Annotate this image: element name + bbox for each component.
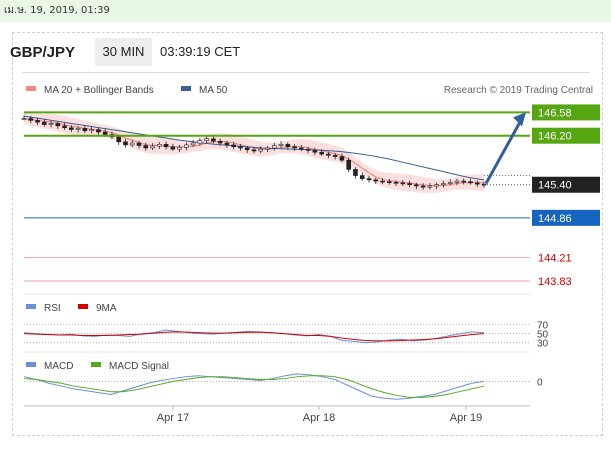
candle-body [224,142,230,146]
candle-body [319,151,324,155]
candle-body [434,184,439,187]
macd-signal-line [23,375,485,398]
credit-text: Research © 2019 Trading Central [444,85,593,96]
candle-body [69,127,74,130]
macd-line [23,373,485,400]
ma20-legend-label: MA 20 + Bollinger Bands [44,85,154,96]
level-144-21-label: 144.21 [538,253,572,265]
macd-tick-0: 0 [537,377,543,388]
rsi-tick-30: 30 [537,339,549,350]
candle-body [89,129,94,132]
signal-legend-swatch [91,362,101,367]
candle-body [271,145,277,149]
candle-body [332,155,338,157]
rsi-legend-swatch [26,304,36,309]
candle-body [75,128,81,130]
candle-body [238,146,243,149]
level-144-86-label: 144.86 [538,213,572,225]
rsi-legend-label: RSI [44,303,61,314]
ma9-legend-swatch [78,304,88,309]
rsi-panel: 705030 [23,321,549,353]
x-tick-label: Apr 19 [450,412,482,424]
candle-body [251,149,257,152]
candle-body [346,159,352,170]
candle-body [285,143,291,148]
candle-body [359,175,365,179]
level-143-83-label: 143.83 [538,276,572,288]
candle-body [407,183,412,186]
candle-body [129,142,135,146]
candle-body [447,181,453,184]
candle-body [373,179,379,182]
price-panel: 146.58 146.20 145.40 144.86 144.21 143.83 [21,104,600,295]
candle-body [427,185,433,188]
candle-body [461,180,467,183]
x-tick-label: Apr 18 [303,412,335,424]
signal-legend-label: MACD Signal [109,361,169,372]
candle-body [265,147,270,150]
candle-body [190,142,196,146]
candle-body [123,141,128,146]
candle-body [278,143,284,146]
candle-body [150,145,155,149]
candle-body [204,138,209,141]
candle-body [217,140,223,144]
candle-body [312,150,318,153]
candle-body [231,144,237,148]
candle-body [41,121,47,125]
candle-body [177,147,182,150]
x-tick-label: Apr 17 [157,412,189,424]
candle-body [197,140,203,144]
candle-body [441,183,446,186]
forecast-arrow-line [484,117,524,185]
candle-body [326,153,331,156]
candle-body [55,123,61,127]
candle-body [163,143,169,148]
candle-body [400,182,406,185]
ma50-legend-label: MA 50 [199,85,228,96]
candle-body [116,136,122,143]
candle-body [414,184,419,187]
candle-body [380,180,385,183]
candle-body [353,169,358,176]
candle-body [244,147,250,151]
candle-body [170,146,176,150]
candle-body [96,129,101,133]
candle-body [48,123,54,125]
candle-body [184,144,189,148]
candle-body [82,128,88,132]
level-145-40-label: 145.40 [538,180,572,192]
macd-panel: 0 [23,373,543,400]
candle-body [62,125,67,129]
macd-legend-swatch [26,362,36,367]
candle-body [35,120,40,123]
candle-body [211,138,216,142]
ma9-legend-label: 9MA [96,303,117,314]
candle-body [102,131,108,135]
candle-body [393,181,399,184]
x-axis: Apr 17 Apr 18 Apr 19 [24,405,530,424]
candle-body [21,118,27,120]
candle-body [28,118,34,121]
candle-body [339,156,345,161]
candle-body [474,182,480,185]
candle-body [156,143,162,147]
candle-body [299,147,304,150]
candle-body [366,178,372,181]
level-146-20-label: 146.20 [538,131,572,143]
candle-body [468,181,473,184]
ma50-legend-swatch [181,86,191,91]
candle-body [258,148,264,152]
candle-body [143,145,149,149]
candle-body [386,181,392,183]
candle-body [420,185,426,188]
level-146-58-label: 146.58 [538,107,572,119]
candle-body [454,180,460,183]
macd-legend-label: MACD [44,361,73,372]
ma20-legend-swatch [26,86,36,91]
candle-body [136,142,142,146]
chart-canvas: MA 20 + Bollinger Bands MA 50 Research ©… [21,85,600,424]
candle-body [292,146,297,149]
candle-body [305,148,311,151]
